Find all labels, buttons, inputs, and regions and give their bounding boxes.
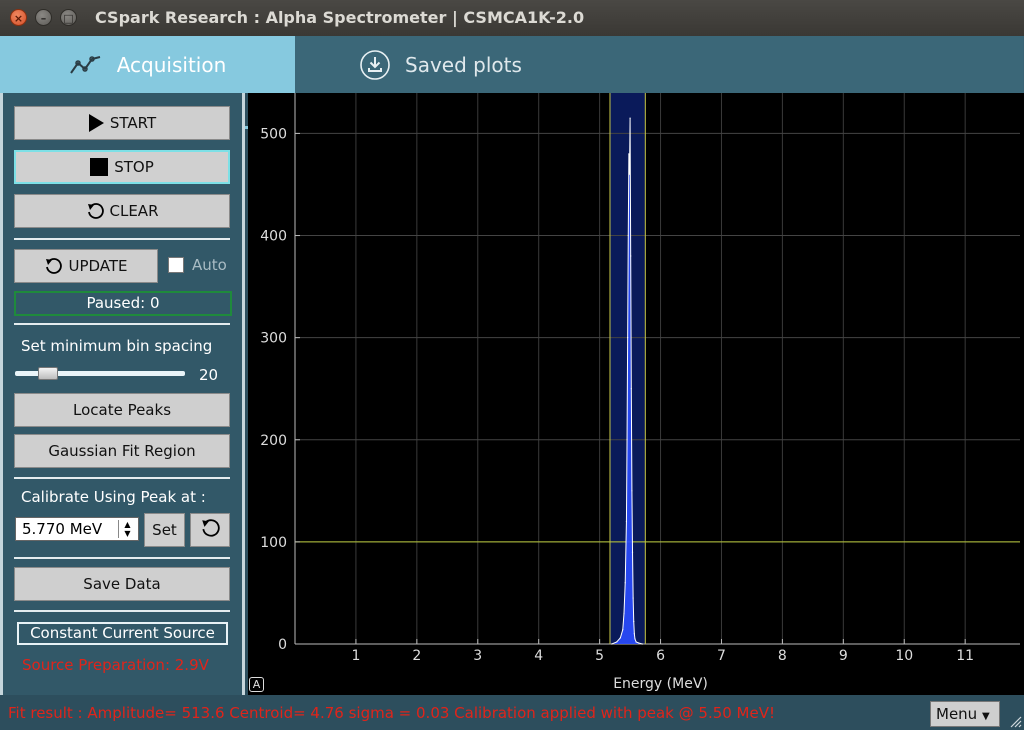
auto-checkbox[interactable] xyxy=(168,257,184,273)
menu-label: Menu xyxy=(936,705,978,723)
tab-acquisition-label: Acquisition xyxy=(116,52,227,77)
data-point xyxy=(638,642,640,644)
update-label: UPDATE xyxy=(68,257,128,275)
x-tick-label: 3 xyxy=(473,648,482,664)
x-tick-label: 1 xyxy=(351,648,360,664)
data-point xyxy=(627,234,629,237)
calibration-energy-input[interactable]: 5.770 MeV ▲ ▼ xyxy=(15,517,139,541)
locate-peaks-button[interactable]: Locate Peaks xyxy=(14,393,230,427)
divider xyxy=(14,477,230,479)
spectrum-chart[interactable]: 1 2 3 4 5 6 7 8 9 10 11 0 100 200 300 400 500 Energy (MeV… xyxy=(248,93,1024,695)
refresh-icon xyxy=(86,202,104,220)
bin-spacing-label: Set minimum bin spacing xyxy=(21,337,213,355)
refresh-icon xyxy=(200,518,220,542)
title-bar: × – □ CSpark Research : Alpha Spectromet… xyxy=(0,0,1024,36)
data-point xyxy=(622,629,624,631)
resize-grip-icon[interactable] xyxy=(1008,714,1022,728)
x-tick-label: 10 xyxy=(895,648,913,664)
chevron-down-icon: ▼ xyxy=(981,711,990,722)
paused-status: Paused: 0 xyxy=(14,291,232,316)
stop-label: STOP xyxy=(114,158,154,176)
spin-arrows-icon[interactable]: ▲ ▼ xyxy=(118,520,136,538)
chart-line-icon xyxy=(69,54,103,76)
y-tick-label: 400 xyxy=(260,229,287,245)
y-tick-label: 0 xyxy=(278,637,287,653)
bin-spacing-slider-handle[interactable] xyxy=(38,367,58,380)
fit-result-text: Fit result : Amplitude= 513.6 Centroid= … xyxy=(8,704,776,722)
divider xyxy=(14,323,230,325)
data-point xyxy=(623,612,625,614)
y-tick-label: 100 xyxy=(260,535,287,551)
tab-saved-plots[interactable]: Saved plots xyxy=(295,36,1023,93)
update-button[interactable]: UPDATE xyxy=(14,249,158,283)
data-point xyxy=(633,633,635,635)
y-tick-label: 500 xyxy=(260,126,287,142)
data-point xyxy=(631,551,634,553)
data-point xyxy=(631,490,633,492)
clear-label: CLEAR xyxy=(109,202,159,220)
tab-acquisition[interactable]: Acquisition xyxy=(0,36,295,93)
play-icon xyxy=(88,114,104,132)
start-label: START xyxy=(109,114,157,132)
data-point xyxy=(628,153,630,155)
divider xyxy=(14,557,230,559)
divider xyxy=(14,238,230,240)
x-tick-label: 9 xyxy=(839,648,848,664)
tab-bar: Acquisition Saved plots xyxy=(0,36,1024,129)
x-tick-label: 7 xyxy=(717,648,726,664)
maximize-icon[interactable]: □ xyxy=(60,9,77,26)
calibrate-label: Calibrate Using Peak at : xyxy=(21,488,206,506)
data-point xyxy=(633,620,635,623)
stop-icon xyxy=(90,158,109,176)
menu-button[interactable]: Menu ▼ xyxy=(930,701,1000,727)
auto-label: Auto xyxy=(192,256,227,274)
data-point xyxy=(629,117,631,119)
autoscale-icon[interactable]: A xyxy=(249,677,264,692)
refresh-icon xyxy=(44,257,63,275)
close-icon[interactable]: × xyxy=(10,9,27,26)
data-point xyxy=(628,173,631,175)
minimize-icon[interactable]: – xyxy=(35,9,52,26)
divider xyxy=(14,610,230,612)
stop-button[interactable]: STOP xyxy=(14,150,230,184)
data-point xyxy=(616,641,618,643)
bin-spacing-value: 20 xyxy=(199,366,219,384)
data-point xyxy=(619,637,621,639)
x-tick-label: 5 xyxy=(595,648,604,664)
x-tick-label: 6 xyxy=(656,648,665,664)
x-axis-label: Energy (MeV) xyxy=(613,676,708,692)
y-tick-label: 200 xyxy=(260,433,287,449)
data-point xyxy=(611,643,613,645)
download-icon xyxy=(359,49,391,81)
data-point xyxy=(632,597,634,599)
save-data-button[interactable]: Save Data xyxy=(14,567,230,601)
gaussian-fit-button[interactable]: Gaussian Fit Region xyxy=(14,434,230,468)
calibration-energy-value: 5.770 MeV xyxy=(22,520,103,538)
clear-button[interactable]: CLEAR xyxy=(14,194,230,228)
set-calibration-button[interactable]: Set xyxy=(144,513,185,547)
data-point xyxy=(641,643,643,645)
data-point xyxy=(625,520,628,523)
source-preparation-status: Source Preparation: 2.9V xyxy=(22,656,209,674)
data-point xyxy=(630,388,632,390)
window-title: CSpark Research : Alpha Spectrometer | C… xyxy=(95,8,585,27)
x-tick-label: 4 xyxy=(534,648,543,664)
x-tick-label: 11 xyxy=(956,648,974,664)
x-tick-label: 2 xyxy=(412,648,421,664)
data-point xyxy=(627,337,629,339)
data-point xyxy=(635,641,637,643)
data-point xyxy=(624,582,626,584)
start-button[interactable]: START xyxy=(14,106,230,140)
x-tick-label: 8 xyxy=(778,648,787,664)
data-point xyxy=(630,255,632,257)
tab-saved-plots-label: Saved plots xyxy=(405,52,522,77)
spectrum-plot[interactable]: 1 2 3 4 5 6 7 8 9 10 11 0 100 200 300 400 500 Energy (MeV… xyxy=(248,93,1024,695)
reset-calibration-button[interactable] xyxy=(190,513,230,547)
data-point xyxy=(634,638,636,640)
y-tick-label: 300 xyxy=(260,331,287,347)
status-bar: Fit result : Amplitude= 513.6 Centroid= … xyxy=(0,695,1024,730)
constant-current-source-button[interactable]: Constant Current Source xyxy=(17,622,228,645)
data-point xyxy=(626,439,628,441)
